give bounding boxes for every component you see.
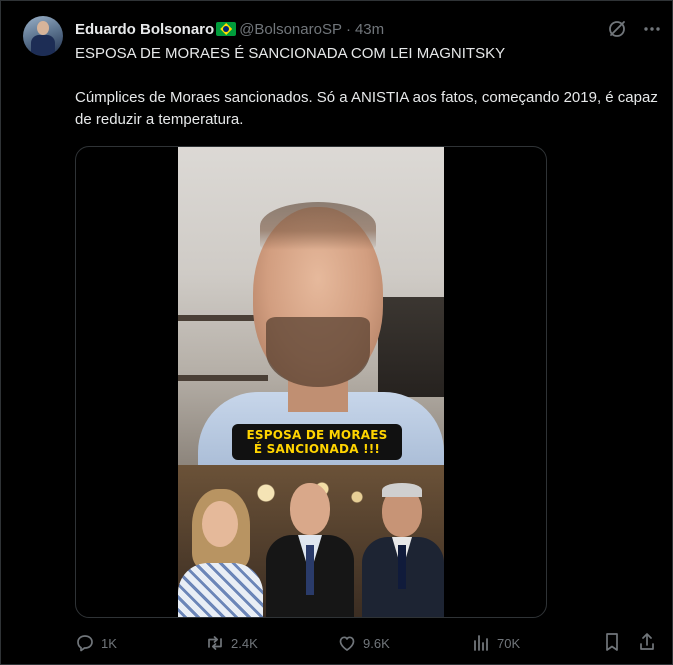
cabinet	[378, 297, 444, 397]
reply-count: 1K	[101, 635, 117, 651]
timestamp[interactable]: 43m	[355, 21, 384, 38]
like-button[interactable]: 9.6K	[337, 631, 390, 655]
brazil-flag-icon	[216, 22, 237, 36]
reply-button[interactable]: 1K	[75, 631, 117, 655]
separator-dot: ·	[345, 20, 351, 38]
tweet-text: ESPOSA DE MORAES É SANCIONADA COM LEI MA…	[75, 43, 660, 131]
media-container[interactable]: ESPOSA DE MORAES É SANCIONADA !!!	[75, 146, 547, 618]
author-handle[interactable]: @BolsonaroSP	[239, 21, 342, 38]
caption-line-2: É SANCIONADA !!!	[253, 442, 381, 456]
more-icon[interactable]	[641, 18, 663, 40]
tweet-body: Cúmplices de Moraes sancionados. Só a AN…	[75, 89, 658, 128]
video-frame[interactable]: ESPOSA DE MORAES É SANCIONADA !!!	[178, 147, 444, 617]
grok-icon[interactable]	[606, 18, 628, 40]
video-caption: ESPOSA DE MORAES É SANCIONADA !!!	[232, 424, 402, 460]
man-tie	[306, 545, 314, 595]
views-button[interactable]: 70K	[471, 631, 520, 655]
tweet-headline: ESPOSA DE MORAES É SANCIONADA COM LEI MA…	[75, 45, 506, 62]
woman-dress	[178, 563, 263, 617]
heart-icon	[339, 636, 355, 651]
avatar-suit	[31, 35, 55, 56]
tweet-card[interactable]: Eduardo Bolsonaro @BolsonaroSP · 43m ESP…	[0, 0, 673, 665]
man-hair	[382, 483, 422, 497]
man-face	[290, 483, 330, 535]
bookmark-icon[interactable]	[602, 631, 622, 658]
shelf	[178, 375, 268, 381]
caption-line-1: ESPOSA DE MORAES	[246, 428, 388, 442]
man-figure-center	[260, 475, 360, 617]
video-background: ESPOSA DE MORAES É SANCIONADA !!!	[178, 147, 444, 472]
speaker-hair	[260, 202, 376, 250]
woman-face	[202, 501, 238, 547]
retweet-icon	[208, 636, 222, 650]
avatar-head	[37, 21, 49, 35]
inset-photo	[178, 465, 444, 617]
woman-figure	[178, 483, 263, 617]
speaker-beard	[266, 317, 370, 387]
views-icon	[474, 635, 488, 651]
tweet-header: Eduardo Bolsonaro @BolsonaroSP · 43m	[75, 18, 635, 40]
retweet-button[interactable]: 2.4K	[205, 631, 258, 655]
like-count: 9.6K	[363, 635, 390, 651]
man-figure-right	[360, 479, 444, 617]
share-icon[interactable]	[637, 631, 657, 658]
retweet-count: 2.4K	[231, 635, 258, 651]
author-name[interactable]: Eduardo Bolsonaro	[75, 21, 214, 38]
views-count: 70K	[497, 635, 521, 651]
man-tie	[398, 545, 406, 589]
action-bar: 1K 2.4K 9.6K 70K	[75, 631, 665, 655]
reply-icon	[77, 635, 93, 652]
avatar[interactable]	[23, 16, 63, 56]
